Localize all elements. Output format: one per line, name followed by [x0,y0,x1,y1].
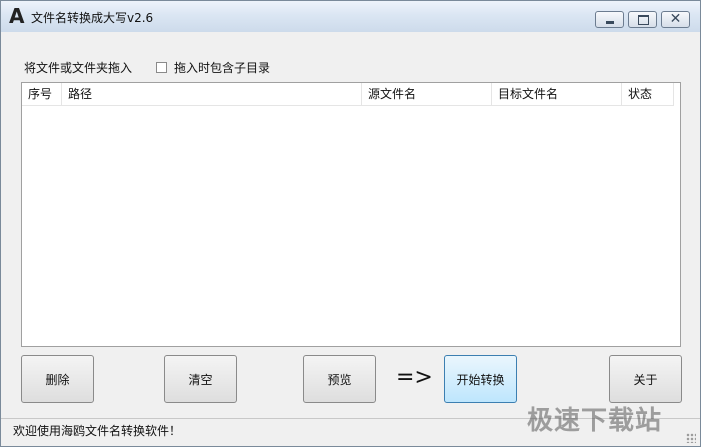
include-subdirs-checkbox[interactable] [156,62,167,73]
status-bar-text: 欢迎使用海鸥文件名转换软件！ [13,424,182,438]
column-header-target-name[interactable]: 目标文件名 [492,83,622,105]
column-header-path[interactable]: 路径 [62,83,362,105]
close-icon: ✕ [669,11,682,27]
delete-button[interactable]: 删除 [21,355,94,403]
title-bar[interactable]: A 文件名转换成大写v2.6 ✕ [1,1,700,32]
app-window: A 文件名转换成大写v2.6 ✕ 将文件或文件夹拖入 拖入时包含子目录 序号 路… [0,0,701,447]
column-header-status[interactable]: 状态 [622,83,674,105]
column-header-index[interactable]: 序号 [22,83,62,105]
maximize-icon [638,15,649,25]
include-subdirs-label[interactable]: 拖入时包含子目录 [174,59,270,76]
arrow-indicator: => [396,365,433,390]
column-header-source-name[interactable]: 源文件名 [362,83,492,105]
clear-button[interactable]: 清空 [164,355,237,403]
close-button[interactable]: ✕ [661,11,690,28]
app-logo-icon: A [9,4,25,28]
preview-button[interactable]: 预览 [303,355,376,403]
window-title: 文件名转换成大写v2.6 [31,11,154,25]
start-convert-button[interactable]: 开始转换 [444,355,517,403]
main-panel: 将文件或文件夹拖入 拖入时包含子目录 序号 路径 源文件名 目标文件名 状态 删… [1,32,700,446]
watermark-logo: 极速下载站 [527,406,663,436]
file-list-header: 序号 路径 源文件名 目标文件名 状态 [22,83,674,106]
minimize-button[interactable] [595,11,624,28]
resize-grip-icon[interactable] [686,433,696,443]
file-list[interactable]: 序号 路径 源文件名 目标文件名 状态 [21,82,681,347]
about-button[interactable]: 关于 [609,355,682,403]
maximize-button[interactable] [628,11,657,28]
drop-hint-label: 将文件或文件夹拖入 [24,61,133,75]
minimize-icon [606,21,614,24]
